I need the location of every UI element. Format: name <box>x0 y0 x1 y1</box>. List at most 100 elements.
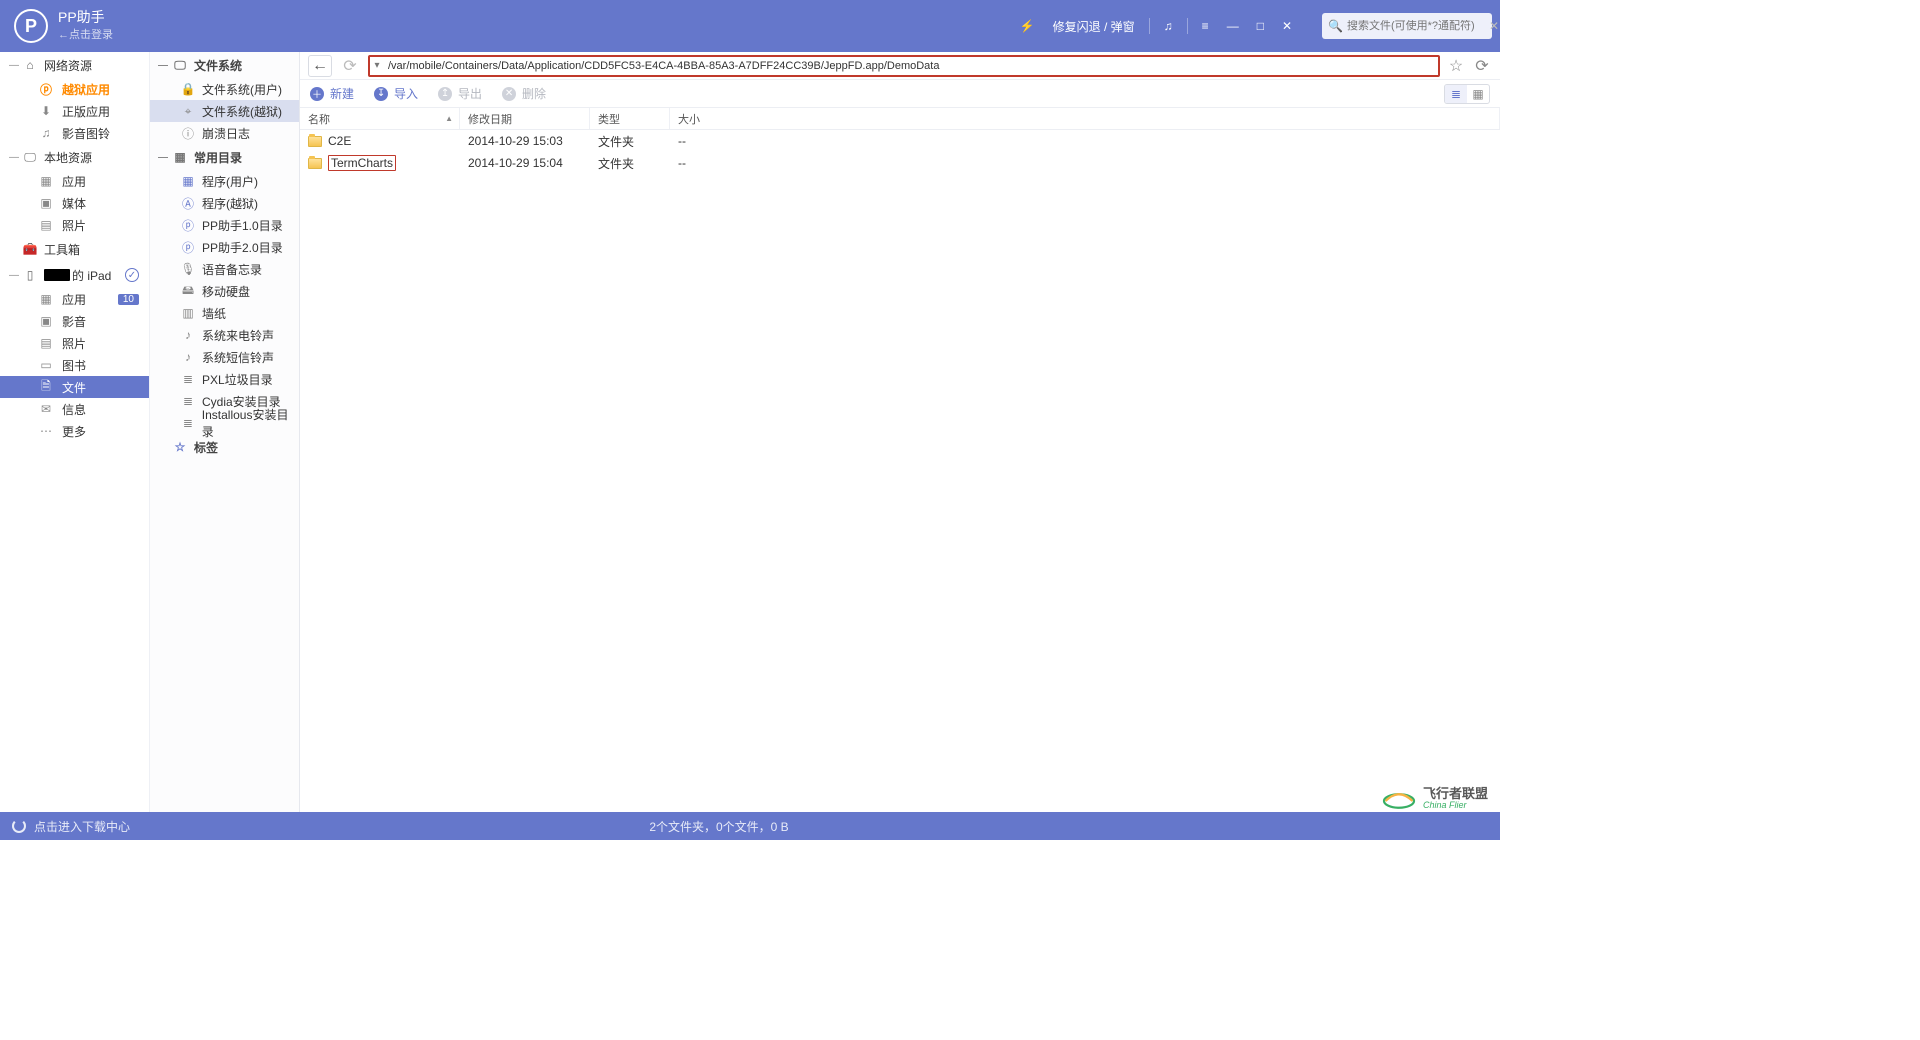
tree-pp1-dir[interactable]: ⓟPP助手1.0目录 <box>150 214 299 236</box>
section-local[interactable]: —🖵本地资源 <box>0 144 149 170</box>
section-toolbox[interactable]: —🧰工具箱 <box>0 236 149 262</box>
nav-device-more[interactable]: ⋯更多 <box>0 420 149 442</box>
path-bar: ← ⟳ ▾ ☆ ⟳ <box>300 52 1500 80</box>
list-header: 名称▲ 修改日期 类型 大小 <box>300 108 1500 130</box>
section-network[interactable]: —⌂网络资源 <box>0 52 149 78</box>
tree-pp2-dir[interactable]: ⓟPP助手2.0目录 <box>150 236 299 258</box>
folder-icon <box>308 158 322 169</box>
login-hint[interactable]: ←点击登录 <box>58 26 113 42</box>
lock-icon: 🔒 <box>180 82 196 96</box>
sidebar-left: —⌂网络资源 ⓟ越狱应用 ⬇正版应用 ♫影音图铃 —🖵本地资源 ▦应用 ▣媒体 … <box>0 52 150 812</box>
sort-asc-icon: ▲ <box>445 114 453 123</box>
bookmark-button[interactable]: ☆ <box>1446 55 1466 77</box>
chat-icon: ✉ <box>38 402 54 416</box>
col-name[interactable]: 名称▲ <box>300 108 460 129</box>
mic-icon: 🎙 <box>180 262 196 276</box>
nav-device-av[interactable]: ▣影音 <box>0 310 149 332</box>
maximize-button[interactable]: □ <box>1253 17 1268 35</box>
nav-local-apps[interactable]: ▦应用 <box>0 170 149 192</box>
tree-ringtones[interactable]: ♪系统来电铃声 <box>150 324 299 346</box>
menu-icon[interactable]: ≡ <box>1198 17 1213 35</box>
photo-icon: ▤ <box>38 218 54 232</box>
list-icon: ≣ <box>180 372 196 386</box>
lightning-icon: ⚡ <box>1016 17 1039 35</box>
search-input[interactable] <box>1347 20 1489 32</box>
fix-crash-button[interactable]: 修复闪退 / 弹窗 <box>1049 16 1139 37</box>
col-type[interactable]: 类型 <box>590 108 670 129</box>
redacted-device-name <box>44 269 70 281</box>
clear-search-icon[interactable]: ✕ <box>1489 19 1499 33</box>
tree-sms-tones[interactable]: ♪系统短信铃声 <box>150 346 299 368</box>
minimize-button[interactable]: — <box>1223 17 1243 35</box>
reload-button[interactable]: ⟳ <box>1472 55 1492 77</box>
toolbox-icon: 🧰 <box>22 242 38 256</box>
col-size[interactable]: 大小 <box>670 108 1500 129</box>
col-date[interactable]: 修改日期 <box>460 108 590 129</box>
grid-icon: ▦ <box>38 174 54 188</box>
apps-count-badge: 10 <box>118 294 139 305</box>
star-icon: ☆ <box>172 440 188 454</box>
tree-installous[interactable]: ≣Installous安装目录 <box>150 412 299 434</box>
check-icon: ✓ <box>125 268 139 282</box>
download-center-button[interactable]: 点击进入下载中心 <box>12 818 130 835</box>
file-icon: 🗎 <box>38 377 54 398</box>
tree-fs-user[interactable]: 🔒文件系统(用户) <box>150 78 299 100</box>
nav-device-messages[interactable]: ✉信息 <box>0 398 149 420</box>
file-list: C2E 2014-10-29 15:03 文件夹 -- TermCharts 2… <box>300 130 1500 812</box>
grid-view-icon[interactable]: ▦ <box>1467 85 1489 103</box>
image-icon: ▥ <box>180 306 196 320</box>
nav-device-books[interactable]: ▭图书 <box>0 354 149 376</box>
device-icon: ▯ <box>22 268 38 282</box>
monitor-icon: 🖵 <box>22 150 38 165</box>
photo-icon: ▤ <box>38 336 54 350</box>
tree-wallpaper[interactable]: ▥墙纸 <box>150 302 299 324</box>
nav-forward-button[interactable]: ⟳ <box>338 55 362 77</box>
list-icon: ≣ <box>180 416 196 430</box>
tree-removable-disk[interactable]: 🖴移动硬盘 <box>150 280 299 302</box>
cmd-new[interactable]: ＋新建 <box>310 85 354 102</box>
view-toggle[interactable]: ≣ ▦ <box>1444 84 1490 104</box>
tree-voice-memos[interactable]: 🎙语音备忘录 <box>150 258 299 280</box>
grid-icon: ▦ <box>180 174 196 188</box>
nav-device-apps[interactable]: ▦应用10 <box>0 288 149 310</box>
nav-device-photos[interactable]: ▤照片 <box>0 332 149 354</box>
tree-programs-jailbreak[interactable]: Ⓐ程序(越狱) <box>150 192 299 214</box>
pp-icon: ⓟ <box>180 239 196 256</box>
search-icon: 🔍 <box>1328 19 1343 33</box>
disk-icon: 🖴 <box>180 281 196 302</box>
grid-icon: ▦ <box>172 150 188 164</box>
appstore-icon: Ⓐ <box>180 195 196 212</box>
app-title: PP助手 <box>58 10 113 25</box>
nav-media-ringtones[interactable]: ♫影音图铃 <box>0 122 149 144</box>
nav-local-media[interactable]: ▣媒体 <box>0 192 149 214</box>
pp-icon: ⓟ <box>180 217 196 234</box>
path-input[interactable] <box>384 60 1438 72</box>
path-input-wrap: ▾ <box>368 55 1440 77</box>
section-device[interactable]: —▯的 iPad✓ <box>0 262 149 288</box>
tree-crash-logs[interactable]: ⓘ崩溃日志 <box>150 122 299 144</box>
list-item[interactable]: TermCharts 2014-10-29 15:04 文件夹 -- <box>300 152 1500 174</box>
tree-programs-user[interactable]: ▦程序(用户) <box>150 170 299 192</box>
nav-jailbreak-apps[interactable]: ⓟ越狱应用 <box>0 78 149 100</box>
cmd-import[interactable]: ↧导入 <box>374 85 418 102</box>
tree-group-common[interactable]: —▦常用目录 <box>150 144 299 170</box>
grid-icon: ▦ <box>38 292 54 306</box>
music-icon: ♫ <box>38 126 54 140</box>
spinner-icon <box>12 819 26 833</box>
tree-pxl-trash[interactable]: ≣PXL垃圾目录 <box>150 368 299 390</box>
nav-device-files[interactable]: 🗎文件 <box>0 376 149 398</box>
info-icon: ⓘ <box>180 125 196 142</box>
target-icon: ⌖ <box>180 104 196 119</box>
nav-local-photos[interactable]: ▤照片 <box>0 214 149 236</box>
path-dropdown-icon[interactable]: ▾ <box>370 60 384 71</box>
nav-back-button[interactable]: ← <box>308 55 332 77</box>
tree-group-filesystem[interactable]: —🖵文件系统 <box>150 52 299 78</box>
list-view-icon[interactable]: ≣ <box>1445 85 1467 103</box>
search-box[interactable]: 🔍 ✕ <box>1322 13 1492 39</box>
tree-fs-jailbreak[interactable]: ⌖文件系统(越狱) <box>150 100 299 122</box>
close-button[interactable]: ✕ <box>1278 17 1296 35</box>
list-item[interactable]: C2E 2014-10-29 15:03 文件夹 -- <box>300 130 1500 152</box>
nav-official-apps[interactable]: ⬇正版应用 <box>0 100 149 122</box>
app-logo: P <box>14 9 48 43</box>
music-icon[interactable]: ♫ <box>1160 17 1177 35</box>
